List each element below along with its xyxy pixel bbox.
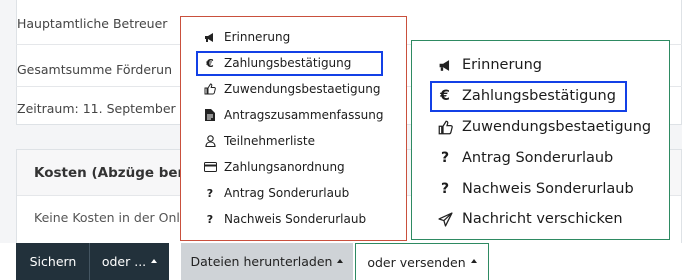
menu-item-label: Antragszusammenfassung	[224, 108, 384, 122]
row-gesamtsumme: Gesamtsumme Förderun	[17, 62, 172, 77]
question-icon: ?	[206, 212, 214, 226]
download-menu-item-nachweis-sonderurlaub[interactable]: ? Nachweis Sonderurlaub	[203, 209, 366, 229]
download-menu-item-zahlungsanordnung[interactable]: Zahlungsanordnung	[203, 157, 345, 177]
action-bar: Sichern oder ... Dateien herunterladen o…	[0, 243, 682, 280]
menu-item-label: Zuwendungsbestaetigung	[462, 119, 652, 135]
menu-item-label: Antrag Sonderurlaub	[462, 150, 614, 166]
download-menu-item-zahlungsbestaetigung[interactable]: € Zahlungsbestätigung	[203, 53, 351, 73]
question-icon: ?	[440, 181, 450, 197]
download-menu-item-zuwendungsbestaetigung[interactable]: Zuwendungsbestaetigung	[203, 79, 381, 99]
question-icon: ?	[206, 186, 214, 200]
download-menu: Erinnerung € Zahlungsbestätigung Zuwendu…	[180, 16, 407, 241]
row-hauptamtliche-betreuer: Hauptamtliche Betreuer	[17, 16, 168, 31]
caret-up-icon	[337, 258, 344, 263]
menu-item-label: Zahlungsbestätigung	[224, 56, 352, 70]
download-menu-item-antrag-sonderurlaub[interactable]: ? Antrag Sonderurlaub	[203, 183, 349, 203]
send-menu-item-nachweis-sonderurlaub[interactable]: ? Nachweis Sonderurlaub	[436, 177, 634, 201]
bullhorn-icon	[203, 32, 217, 43]
menu-item-label: Zahlungsanordnung	[224, 160, 345, 174]
save-button-label: Sichern	[29, 254, 77, 269]
menu-item-label: Erinnerung	[224, 30, 291, 44]
send-menu: Erinnerung € Zahlungsbestätigung Zuwendu…	[411, 40, 670, 240]
caret-up-icon	[470, 259, 477, 263]
user-icon	[203, 135, 217, 147]
thumbs-up-icon	[203, 83, 217, 95]
menu-item-label: Zuwendungsbestaetigung	[224, 82, 381, 96]
send-menu-item-zahlungsbestaetigung[interactable]: € Zahlungsbestätigung	[436, 84, 616, 108]
menu-item-label: Zahlungsbestätigung	[462, 88, 616, 104]
credit-card-icon	[203, 162, 217, 172]
question-icon: ?	[440, 150, 450, 166]
download-files-label: Dateien herunterladen	[190, 254, 333, 269]
download-files-button[interactable]: Dateien herunterladen	[181, 243, 353, 280]
menu-item-label: Teilnehmerliste	[224, 134, 315, 148]
download-menu-item-teilnehmerliste[interactable]: Teilnehmerliste	[203, 131, 315, 151]
document-icon	[203, 109, 217, 121]
menu-item-label: Erinnerung	[462, 57, 542, 73]
row-zeitraum: Zeitraum: 11. September	[17, 101, 176, 116]
send-menu-item-antrag-sonderurlaub[interactable]: ? Antrag Sonderurlaub	[436, 146, 613, 170]
menu-item-label: Nachricht verschicken	[462, 211, 623, 227]
euro-icon: €	[440, 88, 450, 104]
download-menu-item-erinnerung[interactable]: Erinnerung	[203, 27, 290, 47]
download-menu-item-antragszusammenfassung[interactable]: Antragszusammenfassung	[203, 105, 383, 125]
send-button[interactable]: oder versenden	[355, 243, 489, 280]
bullhorn-icon	[436, 59, 454, 72]
menu-item-label: Antrag Sonderurlaub	[224, 186, 350, 200]
cost-panel-title: Kosten (Abzüge ber	[34, 165, 185, 181]
more-options-label: oder ...	[101, 254, 147, 269]
menu-item-label: Nachweis Sonderurlaub	[224, 212, 367, 226]
more-options-button[interactable]: oder ...	[90, 243, 169, 280]
euro-icon: €	[206, 56, 214, 70]
paper-plane-icon	[436, 211, 454, 227]
send-menu-item-erinnerung[interactable]: Erinnerung	[436, 53, 542, 77]
thumbs-up-icon	[436, 120, 454, 135]
menu-item-label: Nachweis Sonderurlaub	[462, 181, 634, 197]
send-button-label: oder versenden	[367, 254, 466, 270]
send-menu-item-nachricht-verschicken[interactable]: Nachricht verschicken	[436, 207, 623, 231]
send-menu-item-zuwendungsbestaetigung[interactable]: Zuwendungsbestaetigung	[436, 115, 651, 139]
save-button[interactable]: Sichern	[16, 243, 90, 280]
cost-panel-text: Keine Kosten in der Onli	[34, 210, 184, 225]
caret-up-icon	[151, 258, 158, 263]
